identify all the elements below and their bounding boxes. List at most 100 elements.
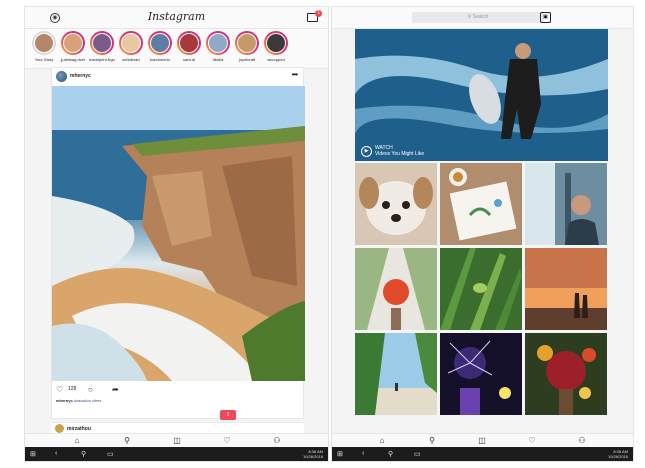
avatar bbox=[266, 33, 286, 53]
back-icon[interactable]: ‹ bbox=[55, 450, 57, 457]
story-ring bbox=[119, 31, 143, 55]
stories-tray: Your Story jj.delwag.river travelprint.f… bbox=[25, 29, 328, 69]
caption-username[interactable]: mhernyc bbox=[56, 398, 73, 403]
plants-photo bbox=[440, 248, 522, 330]
story-name: joyofcraft bbox=[238, 57, 256, 62]
avatar bbox=[208, 33, 228, 53]
featured-video[interactable]: ▶ WATCH Videos You Might Like bbox=[355, 29, 608, 161]
share-icon[interactable]: ➦ bbox=[112, 385, 119, 394]
search-placeholder: Search bbox=[472, 14, 489, 20]
avatar bbox=[92, 33, 112, 53]
post-username[interactable]: mirzathou bbox=[67, 426, 91, 432]
search-icon[interactable]: ⚲ bbox=[426, 436, 438, 445]
post-caption: mhernyc #vacation vibes bbox=[56, 398, 101, 403]
search-icon[interactable]: ⚲ bbox=[121, 436, 133, 445]
post-photo-cliffs[interactable] bbox=[52, 86, 305, 381]
clock[interactable]: 8:36 AM 10/26/2016 bbox=[303, 449, 323, 459]
story-item[interactable]: sara.dl bbox=[174, 31, 204, 62]
avatar[interactable] bbox=[55, 424, 64, 433]
avatar[interactable] bbox=[56, 71, 67, 82]
balloon-path-photo bbox=[355, 248, 437, 330]
dog-photo bbox=[355, 163, 437, 245]
task-view-icon[interactable]: ▭ bbox=[414, 450, 421, 458]
story-name: travelprint.frgo bbox=[89, 57, 115, 62]
avatar bbox=[150, 33, 170, 53]
explore-tile-fireworks[interactable] bbox=[440, 333, 522, 415]
story-name: wrcopped bbox=[267, 57, 285, 62]
windows-taskbar: ⊞ ‹ ⚲ ▭ 8:36 AM 10/26/2016 bbox=[332, 447, 633, 461]
hero-title: Videos You Might Like bbox=[375, 151, 425, 157]
story-ring bbox=[148, 31, 172, 55]
story-item[interactable]: wrcopped bbox=[261, 31, 291, 62]
clock-date: 10/26/2016 bbox=[607, 454, 628, 459]
home-icon[interactable]: ⌂ bbox=[71, 436, 83, 445]
explore-tile-plants[interactable] bbox=[440, 248, 522, 330]
explore-tile-sketchbook[interactable] bbox=[440, 163, 522, 245]
story-item[interactable]: jj.delwag.river bbox=[58, 31, 88, 62]
task-view-icon[interactable]: ▭ bbox=[107, 450, 114, 458]
story-item[interactable]: barclonerio bbox=[145, 31, 175, 62]
search-icon[interactable]: ⚲ bbox=[388, 450, 393, 458]
activity-heart-icon[interactable]: ♡ bbox=[526, 436, 538, 445]
play-icon[interactable]: ▶ bbox=[361, 146, 372, 157]
igtv-icon[interactable]: ▣ bbox=[540, 12, 551, 23]
explore-tile-balloon[interactable] bbox=[355, 248, 437, 330]
story-item[interactable]: dbolla bbox=[203, 31, 233, 62]
explore-tile-man[interactable] bbox=[525, 163, 607, 245]
post-username[interactable]: mhernyc bbox=[70, 73, 91, 79]
story-item[interactable]: schiderart bbox=[116, 31, 146, 62]
windows-taskbar: ⊞ ‹ ⚲ ▭ 8:36 AM 10/26/2016 bbox=[25, 447, 328, 461]
avatar bbox=[179, 33, 199, 53]
camera-icon[interactable]: ◫ bbox=[171, 436, 183, 445]
home-icon[interactable]: ⌂ bbox=[376, 436, 388, 445]
story-ring bbox=[61, 31, 85, 55]
instagram-logo: Instagram bbox=[147, 10, 206, 23]
comment-icon[interactable]: ○ bbox=[88, 385, 93, 394]
story-name: Your Story bbox=[34, 57, 54, 62]
avatar bbox=[121, 33, 141, 53]
heart-icon[interactable]: ♡ bbox=[56, 385, 63, 394]
activity-notification-badge[interactable]: 1 bbox=[220, 410, 236, 420]
camera-icon[interactable]: ◫ bbox=[476, 436, 488, 445]
clock[interactable]: 8:36 AM 10/26/2016 bbox=[608, 449, 628, 459]
explore-tile-dog[interactable] bbox=[355, 163, 437, 245]
windows-start-icon[interactable]: ⊞ bbox=[337, 450, 343, 458]
story-your-story[interactable]: Your Story bbox=[29, 31, 59, 62]
feed-screen: ◉ Instagram 1 Your Story jj.delwag.river… bbox=[24, 6, 329, 462]
avatar bbox=[63, 33, 83, 53]
more-options-icon[interactable]: ••• bbox=[292, 70, 298, 79]
back-icon[interactable]: ‹ bbox=[362, 450, 364, 457]
explore-screen: ⚲ Search ▣ ▶ WATCH Videos You Might Like bbox=[331, 6, 634, 462]
bottom-nav: ⌂ ⚲ ◫ ♡ ⚇ bbox=[25, 433, 328, 447]
post-actions: ♡ 128 ○ ➦ bbox=[52, 384, 303, 398]
like-count: 128 bbox=[68, 386, 77, 392]
story-ring bbox=[177, 31, 201, 55]
surfer-video-thumbnail bbox=[355, 29, 608, 161]
story-ring bbox=[32, 31, 56, 55]
story-item[interactable]: joyofcraft bbox=[232, 31, 262, 62]
hero-label: WATCH Videos You Might Like bbox=[375, 145, 424, 157]
search-input[interactable]: ⚲ Search bbox=[412, 12, 544, 23]
story-ring bbox=[264, 31, 288, 55]
explore-tile-beach-palms[interactable] bbox=[355, 333, 437, 415]
top-bar: ◉ Instagram 1 bbox=[25, 7, 328, 29]
windows-start-icon[interactable]: ⊞ bbox=[30, 450, 36, 458]
fireworks-photo bbox=[440, 333, 522, 415]
explore-grid bbox=[355, 163, 608, 415]
story-name: jj.delwag.river bbox=[60, 57, 86, 62]
explore-tile-flowers[interactable] bbox=[525, 333, 607, 415]
cliff-beach-photo bbox=[52, 86, 305, 381]
story-item[interactable]: travelprint.frgo bbox=[87, 31, 117, 62]
profile-icon[interactable]: ⚇ bbox=[576, 436, 588, 445]
clock-date: 10/26/2016 bbox=[302, 454, 323, 459]
caption-hashtag[interactable]: #vacation vibes bbox=[74, 398, 102, 403]
avatar bbox=[34, 33, 54, 53]
sketchbook-photo bbox=[440, 163, 522, 245]
story-name: dbolla bbox=[212, 57, 224, 62]
inbox-badge: 1 bbox=[315, 10, 322, 17]
search-icon[interactable]: ⚲ bbox=[81, 450, 86, 458]
story-ring bbox=[206, 31, 230, 55]
activity-heart-icon[interactable]: ♡ bbox=[221, 436, 233, 445]
explore-tile-sunset[interactable] bbox=[525, 248, 607, 330]
profile-icon[interactable]: ⚇ bbox=[271, 436, 283, 445]
